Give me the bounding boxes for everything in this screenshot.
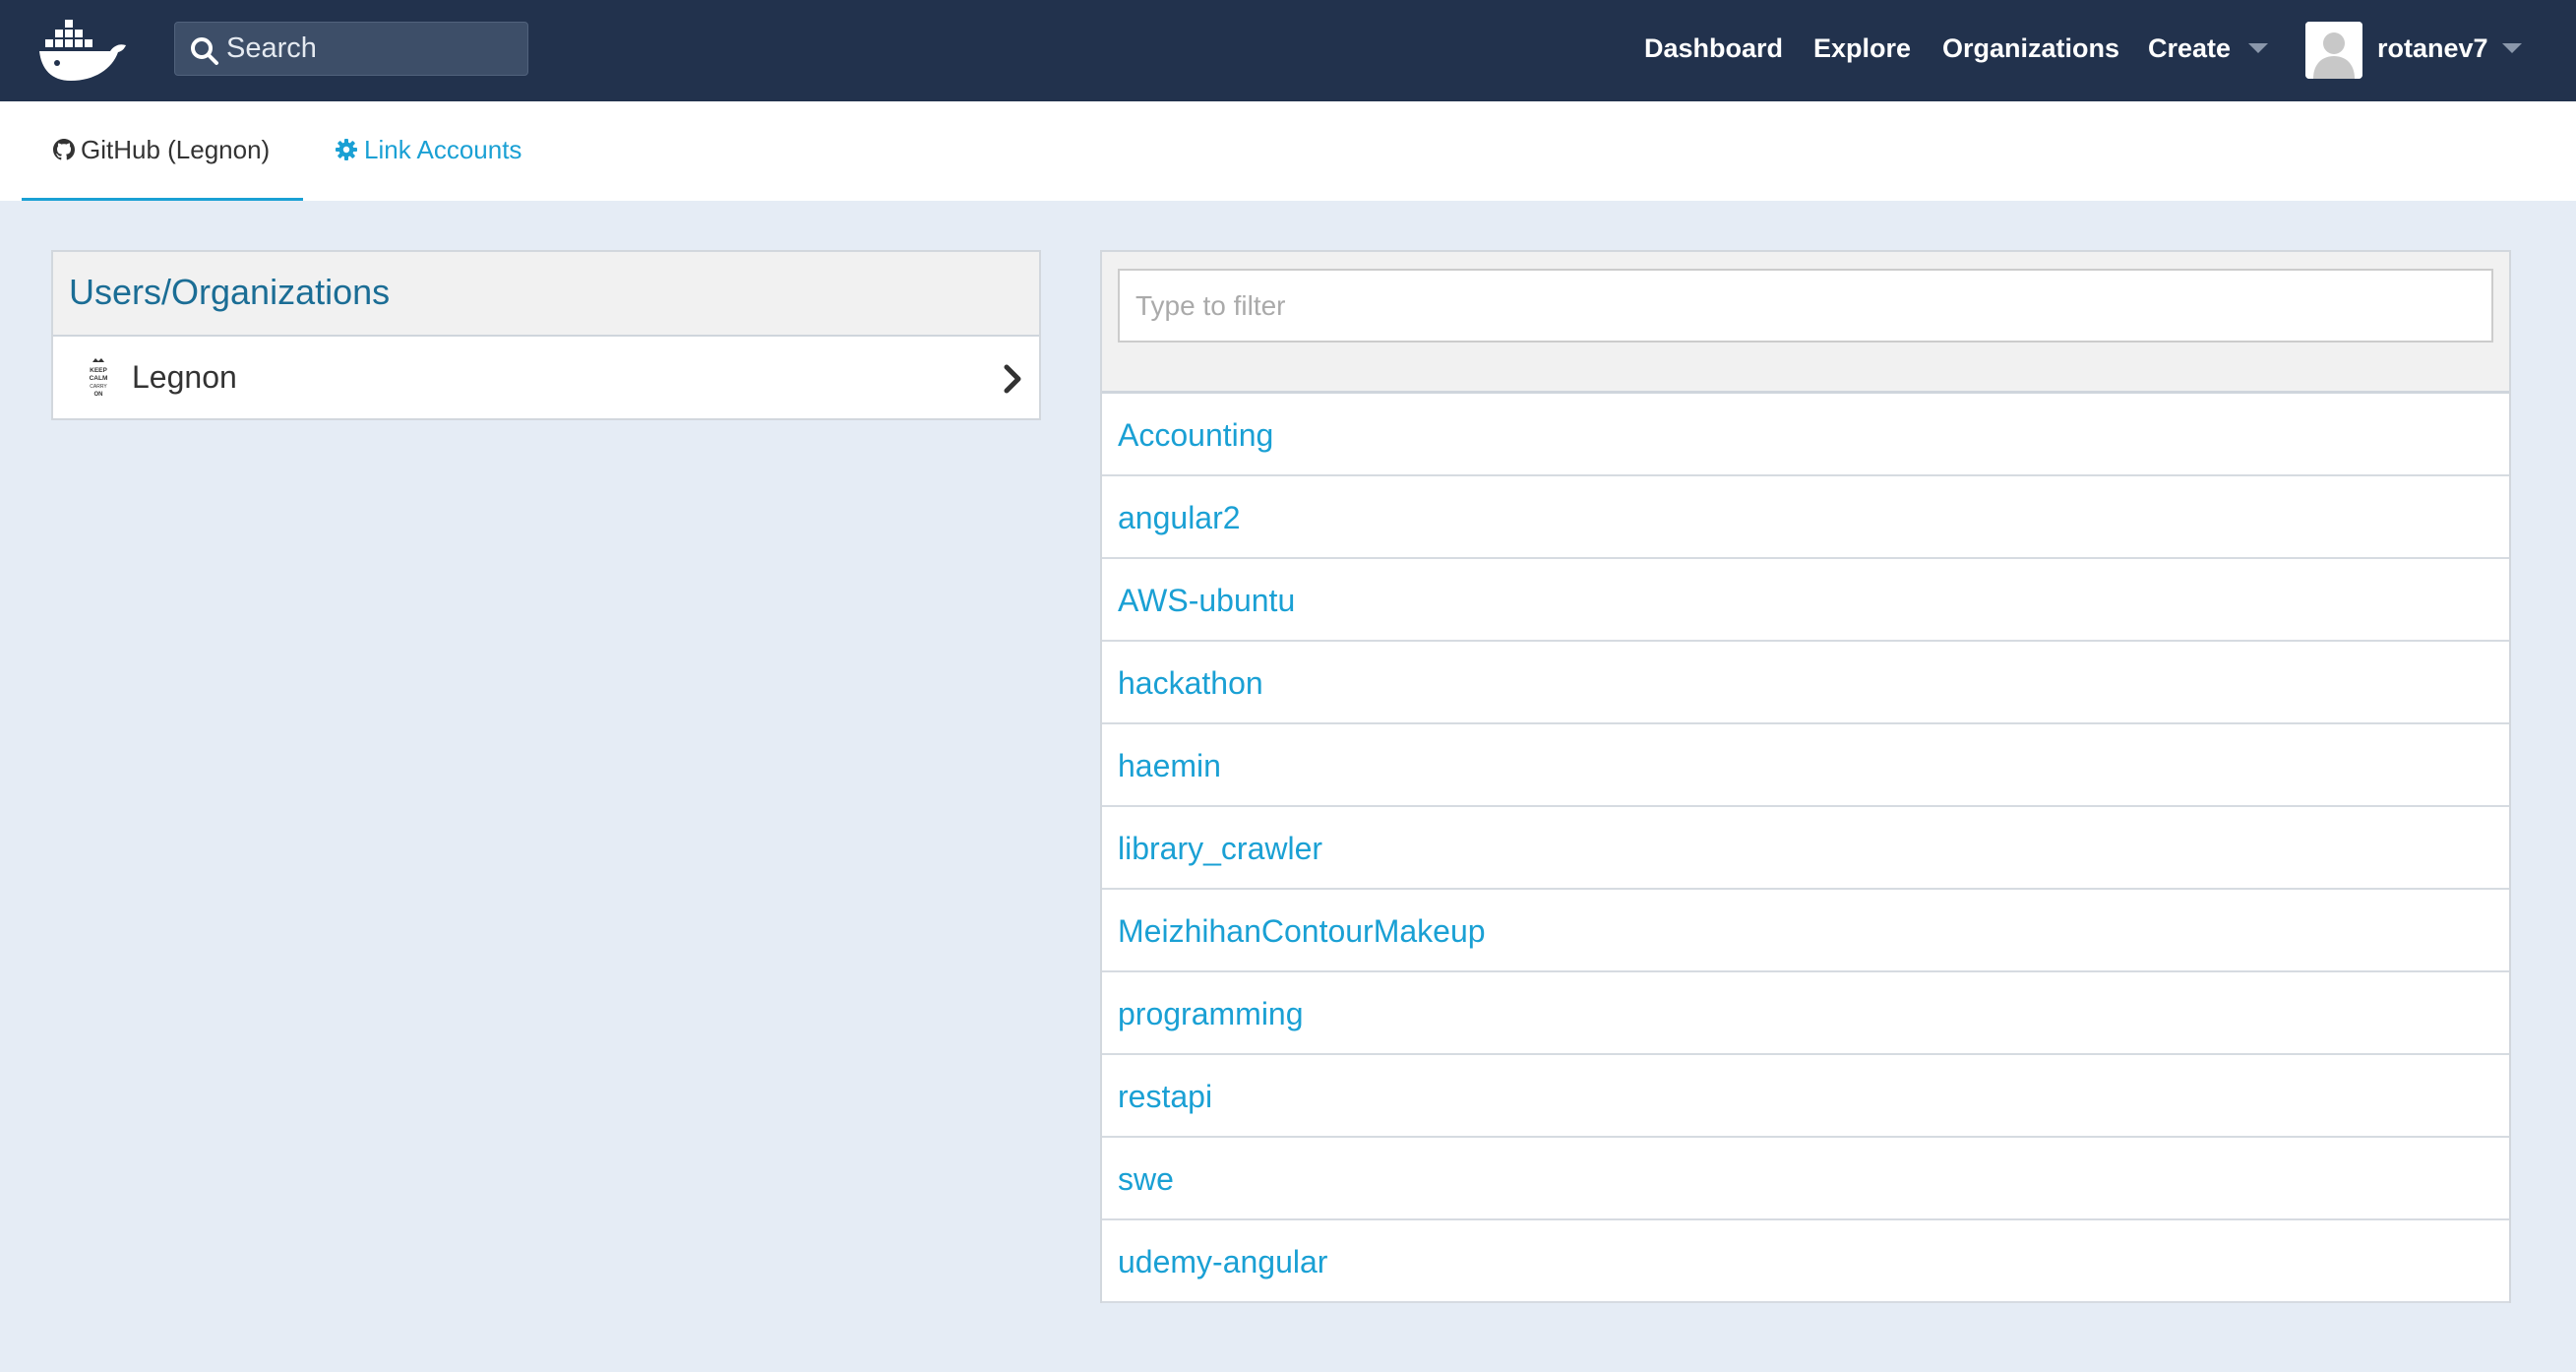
nav-explore-link[interactable]: Explore bbox=[1813, 0, 1911, 96]
search-label: Search bbox=[226, 32, 317, 64]
repo-list-item[interactable]: hackathon bbox=[1102, 642, 2509, 724]
gear-icon bbox=[336, 139, 357, 161]
search-box[interactable]: Search bbox=[174, 22, 528, 76]
create-caret-down-icon[interactable] bbox=[2248, 43, 2268, 53]
avatar-text-on: ON bbox=[94, 392, 103, 398]
search-icon bbox=[191, 37, 218, 65]
default-avatar-icon bbox=[2305, 22, 2362, 79]
repo-list-item[interactable]: angular2 bbox=[1102, 476, 2509, 559]
org-name: Legnon bbox=[132, 359, 237, 395]
org-list-item[interactable]: KEEP CALM CARRY ON Legnon bbox=[53, 337, 1039, 418]
repo-filter-input[interactable] bbox=[1118, 269, 2493, 343]
account-subnav: GitHub (Legnon) Link Accounts bbox=[0, 101, 2576, 201]
filter-bar bbox=[1102, 252, 2509, 394]
repo-list-item[interactable]: AWS-ubuntu bbox=[1102, 559, 2509, 642]
nav-create-menu[interactable]: Create bbox=[2148, 0, 2231, 96]
repo-list-item[interactable]: haemin bbox=[1102, 724, 2509, 807]
github-icon bbox=[53, 139, 75, 160]
nav-organizations-link[interactable]: Organizations bbox=[1942, 0, 2119, 96]
repo-list-item[interactable]: programming bbox=[1102, 972, 2509, 1055]
repo-list: Accounting angular2 AWS-ubuntu hackathon… bbox=[1102, 394, 2509, 1303]
top-navbar: Search Dashboard Explore Organizations C… bbox=[0, 0, 2576, 101]
github-tab-label: GitHub (Legnon) bbox=[81, 135, 271, 164]
nav-dashboard-link[interactable]: Dashboard bbox=[1644, 0, 1783, 96]
chevron-right-icon bbox=[1004, 364, 1021, 394]
tab-github-account[interactable]: GitHub (Legnon) bbox=[22, 101, 303, 201]
users-organizations-title: Users/Organizations bbox=[53, 252, 1039, 337]
repo-list-item[interactable]: udemy-angular bbox=[1102, 1220, 2509, 1303]
repo-list-item[interactable]: swe bbox=[1102, 1138, 2509, 1220]
users-organizations-panel: Users/Organizations KEEP CALM CARRY ON L… bbox=[51, 250, 1041, 420]
link-accounts-label: Link Accounts bbox=[364, 135, 522, 164]
repo-list-item[interactable]: library_crawler bbox=[1102, 807, 2509, 890]
user-menu-caret-down-icon[interactable] bbox=[2502, 43, 2522, 53]
avatar-text-and: CARRY bbox=[90, 384, 107, 390]
user-avatar[interactable] bbox=[2305, 22, 2362, 79]
repo-list-item[interactable]: restapi bbox=[1102, 1055, 2509, 1138]
avatar-text-calm: CALM bbox=[90, 375, 108, 382]
repo-list-item[interactable]: MeizhihanContourMakeup bbox=[1102, 890, 2509, 972]
org-avatar: KEEP CALM CARRY ON bbox=[79, 356, 118, 402]
repositories-panel: Accounting angular2 AWS-ubuntu hackathon… bbox=[1100, 250, 2511, 1303]
repo-list-item[interactable]: Accounting bbox=[1102, 394, 2509, 476]
tab-link-accounts[interactable]: Link Accounts bbox=[335, 101, 521, 201]
docker-logo-icon[interactable] bbox=[37, 18, 131, 85]
avatar-text-keep: KEEP bbox=[90, 367, 107, 374]
username-label[interactable]: rotanev7 bbox=[2377, 0, 2488, 96]
